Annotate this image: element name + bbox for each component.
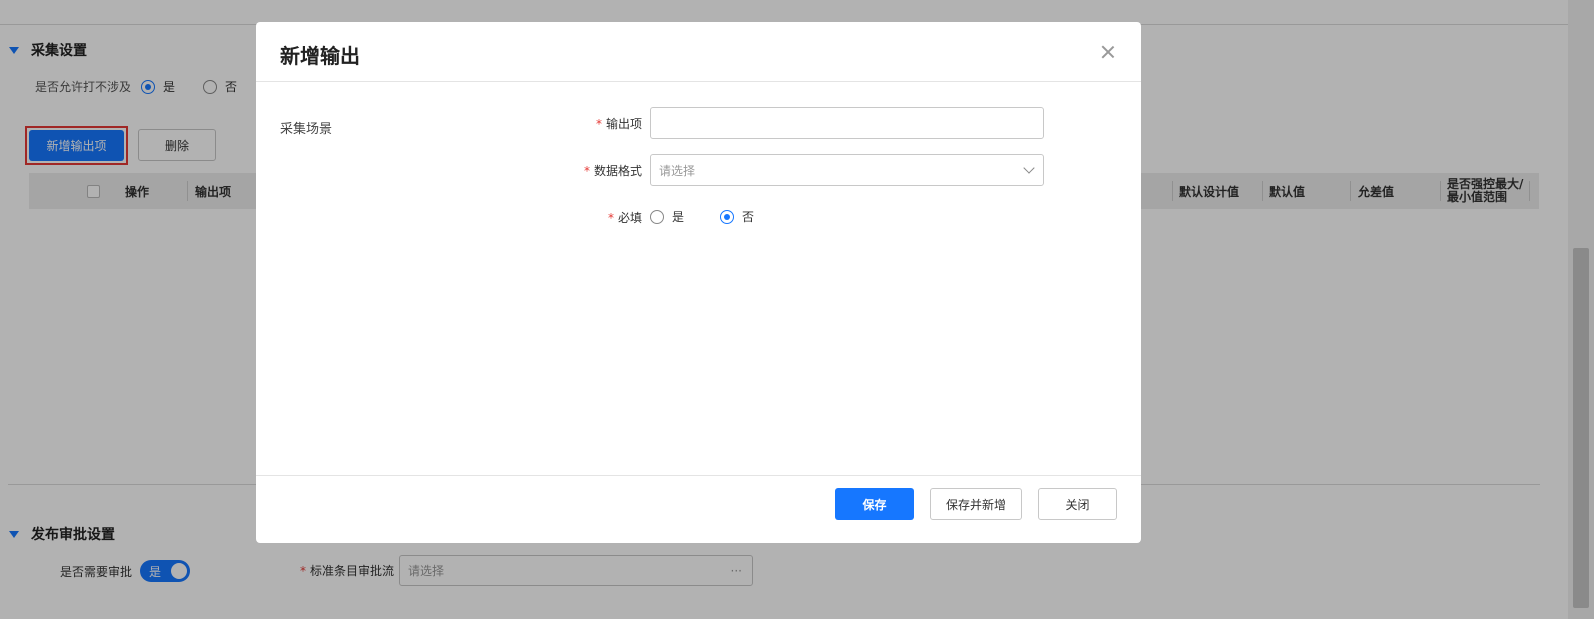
required-yes-radio[interactable] [650, 209, 664, 224]
required-no-label: 否 [742, 210, 755, 224]
save-button[interactable]: 保存 [835, 488, 914, 520]
add-output-dialog: 新增输出 采集场景 * 输出项 * 数据格式 请选择 * 必填 是 否 保存 保存并新… [256, 22, 1141, 543]
output-item-label: * 输出项 [592, 115, 642, 132]
save-and-new-button[interactable]: 保存并新增 [930, 488, 1022, 520]
required-mark: * [583, 164, 590, 178]
close-button[interactable]: 关闭 [1038, 488, 1117, 520]
chevron-down-icon [1023, 162, 1035, 174]
required-label: * 必填 [602, 209, 642, 226]
output-item-label-text: 输出项 [605, 117, 642, 131]
data-format-placeholder: 请选择 [659, 163, 696, 178]
data-format-label: * 数据格式 [576, 162, 642, 179]
output-item-input[interactable] [650, 107, 1044, 139]
data-format-select[interactable]: 请选择 [650, 154, 1044, 186]
dialog-title: 新增输出 [280, 44, 360, 68]
required-mark: * [607, 211, 614, 225]
dialog-footer: 保存 保存并新增 关闭 [256, 475, 1141, 543]
required-radio-group: 是 否 [650, 208, 782, 225]
required-no-radio[interactable] [720, 209, 735, 224]
close-icon[interactable] [1099, 43, 1117, 61]
dialog-header: 新增输出 [256, 22, 1141, 82]
required-label-text: 必填 [617, 211, 642, 225]
required-yes-label: 是 [672, 210, 685, 224]
required-mark: * [595, 117, 602, 131]
data-format-label-text: 数据格式 [593, 164, 642, 178]
collect-scene-label: 采集场景 [280, 122, 333, 137]
